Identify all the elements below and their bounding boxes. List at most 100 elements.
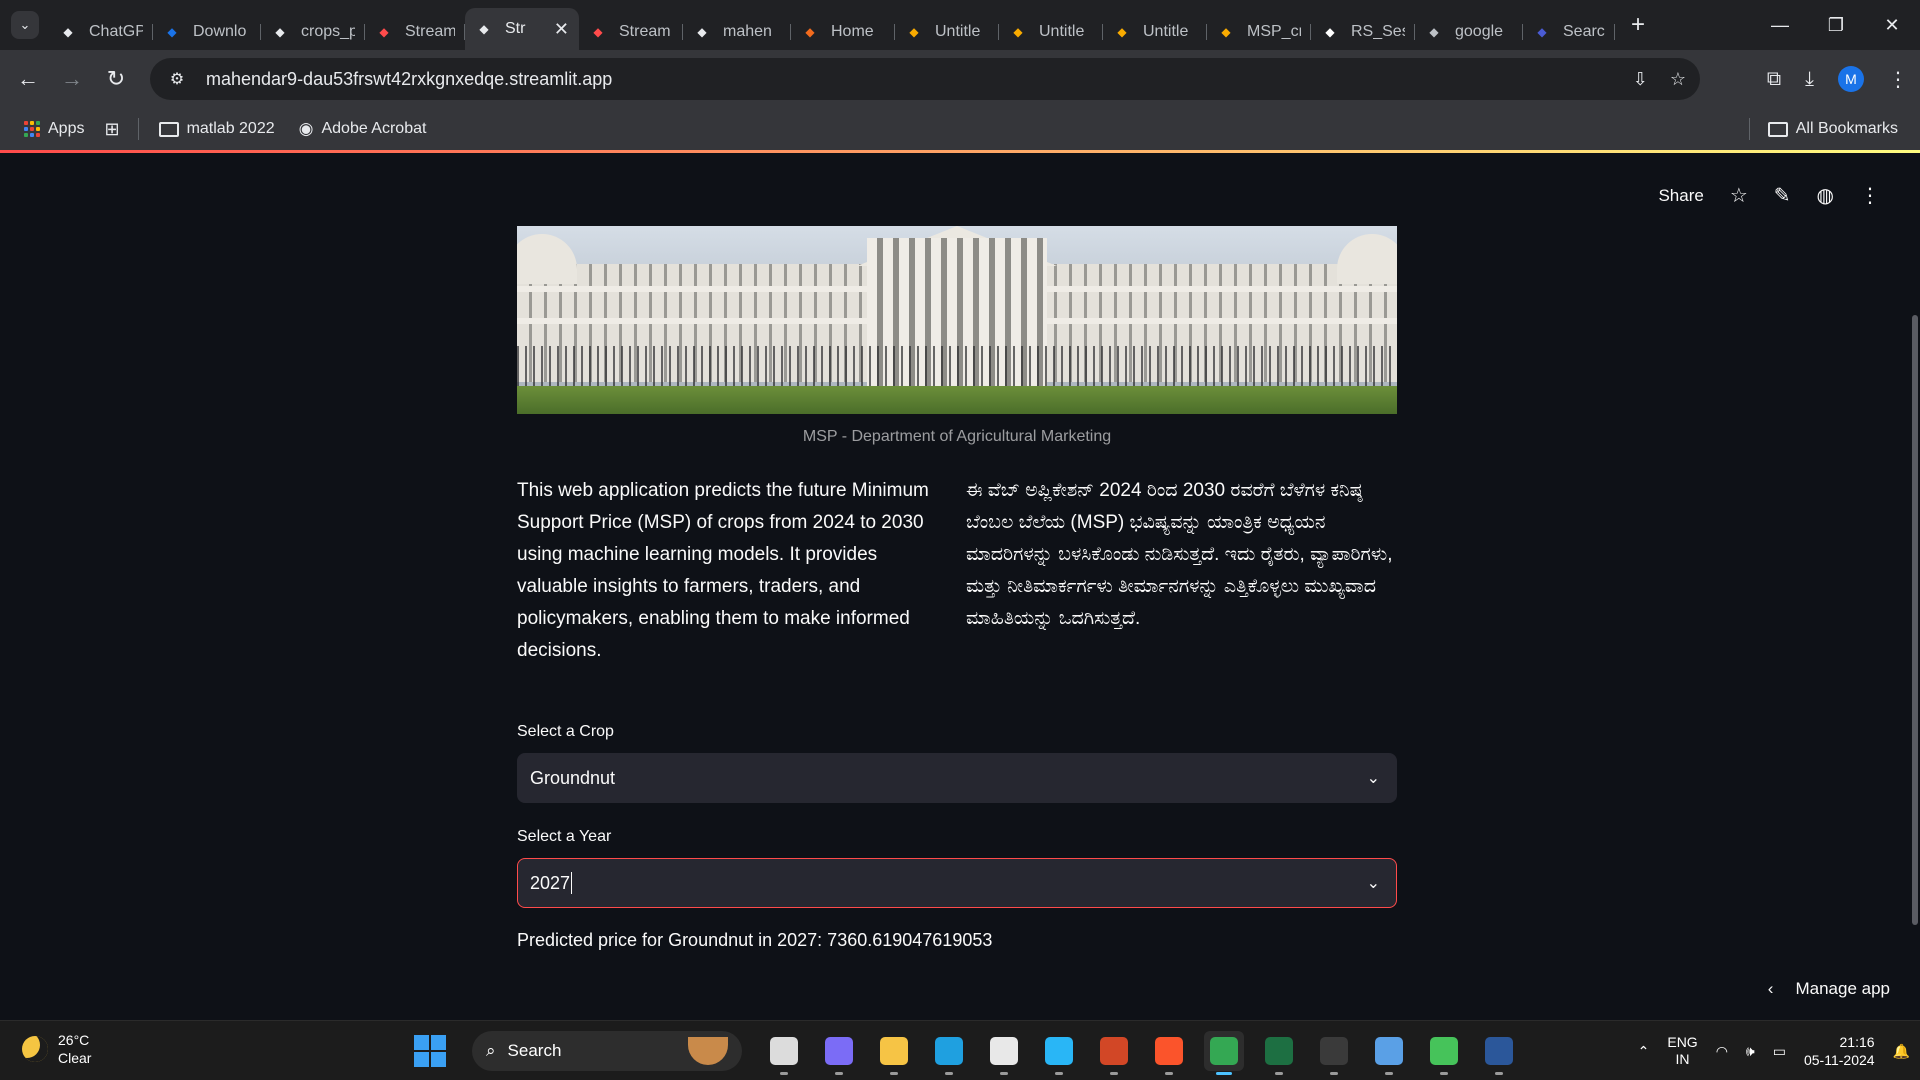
profile-avatar[interactable]: M xyxy=(1838,66,1864,92)
taskbar-app-cortana[interactable] xyxy=(1039,1031,1079,1075)
browser-tab[interactable]: ◆ mahen xyxy=(683,14,791,50)
close-tab-icon[interactable]: ✕ xyxy=(554,19,569,40)
chatgpt-icon: ◆ xyxy=(63,25,73,39)
taskbar-app-file-explorer[interactable] xyxy=(874,1031,914,1075)
bookmark-star-icon[interactable]: ☆ xyxy=(1670,69,1686,90)
year-select-value[interactable]: 2027 xyxy=(530,873,570,894)
wifi-icon[interactable]: ◠ xyxy=(1716,1043,1728,1060)
browser-tab[interactable]: ◆ Search xyxy=(1523,14,1615,50)
crop-select[interactable]: Groundnut ⌄ xyxy=(517,753,1397,803)
star-icon[interactable]: ☆ xyxy=(1730,183,1748,208)
browser-tab[interactable]: ◆ Untitle xyxy=(895,14,999,50)
windows-taskbar: 26°C Clear ⌕ Search ⌃ ENG IN ◠ 🕪 ▭ 21:16… xyxy=(0,1020,1920,1080)
browser-tab[interactable]: ◆ crops_p xyxy=(261,14,365,50)
share-button[interactable]: Share xyxy=(1658,186,1703,206)
brave-icon xyxy=(1155,1037,1183,1065)
streamlit-app: Share ☆ ✎ ◍ ⋮ MSP - Department of Agricu… xyxy=(0,153,1920,1020)
site-info-icon[interactable]: ⚙ xyxy=(162,69,192,89)
tab-title: Home xyxy=(831,23,874,40)
running-indicator xyxy=(1055,1072,1063,1075)
browser-menu-icon[interactable]: ⋮ xyxy=(1888,67,1908,92)
year-select-label: Select a Year xyxy=(517,828,612,845)
taskbar-app-excel[interactable] xyxy=(1259,1031,1299,1075)
volume-icon[interactable]: 🕪 xyxy=(1746,1043,1755,1060)
tab-title: Stream xyxy=(405,23,455,40)
start-button[interactable] xyxy=(414,1035,446,1067)
task-view-icon xyxy=(770,1037,798,1065)
streamlit-icon: ◆ xyxy=(593,25,603,39)
back-icon[interactable]: ← xyxy=(6,57,50,101)
weather-widget[interactable]: 26°C Clear xyxy=(22,1031,91,1067)
url-text[interactable]: mahendar9-dau53frswt42rxkgnxedqe.streaml… xyxy=(206,69,612,90)
address-bar[interactable]: ⚙ mahendar9-dau53frswt42rxkgnxedqe.strea… xyxy=(150,58,1700,100)
tab-title: Untitle xyxy=(1143,23,1189,40)
taskbar-app-copilot[interactable] xyxy=(819,1031,859,1075)
browser-tab[interactable]: ◆ Untitle xyxy=(1103,14,1207,50)
manage-app-button[interactable]: ‹ Manage app xyxy=(1768,979,1890,999)
install-app-icon[interactable]: ⇩ xyxy=(1633,69,1648,90)
taskbar-app-store[interactable] xyxy=(984,1031,1024,1075)
taskbar-search[interactable]: ⌕ Search xyxy=(472,1031,742,1071)
description-english: This web application predicts the future… xyxy=(517,480,929,661)
forward-icon[interactable]: → xyxy=(50,57,94,101)
taskbar-app-terminal[interactable] xyxy=(1314,1031,1354,1075)
minimize-icon[interactable]: — xyxy=(1752,0,1808,50)
bookmark-matlab[interactable]: matlab 2022 xyxy=(158,120,275,138)
clock-date: 05-11-2024 xyxy=(1803,1052,1875,1068)
year-select[interactable]: 2027 ⌄ xyxy=(517,858,1397,908)
github-icon[interactable]: ◍ xyxy=(1817,183,1834,208)
browser-tab[interactable]: ◆ Home xyxy=(791,14,895,50)
reload-icon[interactable]: ↻ xyxy=(94,57,138,101)
taskbar-app-chrome[interactable] xyxy=(1204,1031,1244,1075)
taskbar-app-edge[interactable] xyxy=(929,1031,969,1075)
battery-icon[interactable]: ▭ xyxy=(1773,1043,1786,1060)
browser-tab[interactable]: ◆ Stream xyxy=(365,14,465,50)
downloads-icon[interactable]: ⤓ xyxy=(1805,68,1814,91)
text-caret xyxy=(571,872,573,894)
taskbar-app-powerpoint[interactable] xyxy=(1094,1031,1134,1075)
restore-icon[interactable]: ❐ xyxy=(1808,0,1864,50)
search-app-icon: ◆ xyxy=(1537,25,1547,39)
running-indicator xyxy=(1495,1072,1503,1075)
new-tab-button[interactable]: + xyxy=(1623,11,1653,39)
bookmark-apps[interactable]: Apps xyxy=(24,120,84,138)
browser-tab[interactable]: ◆ MSP_cr xyxy=(1207,14,1311,50)
crop-select-label: Select a Crop xyxy=(517,723,614,740)
taskbar-app-progress-app[interactable] xyxy=(1424,1031,1464,1075)
edit-pencil-icon[interactable]: ✎ xyxy=(1774,183,1791,208)
running-indicator xyxy=(1385,1072,1393,1075)
close-window-icon[interactable]: ✕ xyxy=(1864,0,1920,50)
edge-icon xyxy=(935,1037,963,1065)
browser-tab[interactable]: ◆ RS_Ses xyxy=(1311,14,1415,50)
tab-search-chevron-icon[interactable]: ⌄ xyxy=(11,11,39,39)
browser-tab[interactable]: ◆ ChatGP xyxy=(49,14,153,50)
app-menu-icon[interactable]: ⋮ xyxy=(1860,183,1880,208)
notification-bell-icon[interactable]: 🔔 xyxy=(1893,1043,1910,1060)
extensions-icon[interactable]: ⧉ xyxy=(1767,68,1781,91)
tab-title: Search xyxy=(1563,23,1605,40)
chrome-icon xyxy=(1210,1037,1238,1065)
circle-app-icon xyxy=(1045,1037,1073,1065)
browser-tab[interactable]: ◆ Str ✕ xyxy=(465,8,579,50)
running-indicator xyxy=(1440,1072,1448,1075)
page-scrollbar[interactable] xyxy=(1912,315,1918,925)
tab-groups-icon[interactable]: ⊞ xyxy=(104,119,119,140)
taskbar-app-notepad[interactable] xyxy=(1369,1031,1409,1075)
home-icon: ◆ xyxy=(805,25,815,39)
clock[interactable]: 21:16 05-11-2024 xyxy=(1804,1033,1875,1069)
browser-tab[interactable]: ◆ Untitle xyxy=(999,14,1103,50)
browser-tab[interactable]: ◆ Stream xyxy=(579,14,683,50)
show-hidden-icons[interactable]: ⌃ xyxy=(1638,1043,1650,1060)
language-indicator[interactable]: ENG IN xyxy=(1667,1034,1697,1068)
powerpoint-icon xyxy=(1100,1037,1128,1065)
taskbar-app-brave[interactable] xyxy=(1149,1031,1189,1075)
browser-tab[interactable]: ◆ Downlo xyxy=(153,14,261,50)
tab-title: Downlo xyxy=(193,23,247,40)
taskbar-app-word[interactable] xyxy=(1479,1031,1519,1075)
browser-tab[interactable]: ◆ google xyxy=(1415,14,1523,50)
bookmark-adobe-acrobat[interactable]: ◉ Adobe Acrobat xyxy=(299,119,427,139)
copilot-icon xyxy=(825,1037,853,1065)
taskbar-app-task-view[interactable] xyxy=(764,1031,804,1075)
all-bookmarks[interactable]: All Bookmarks xyxy=(1748,118,1898,140)
apps-grid-icon xyxy=(24,121,40,137)
